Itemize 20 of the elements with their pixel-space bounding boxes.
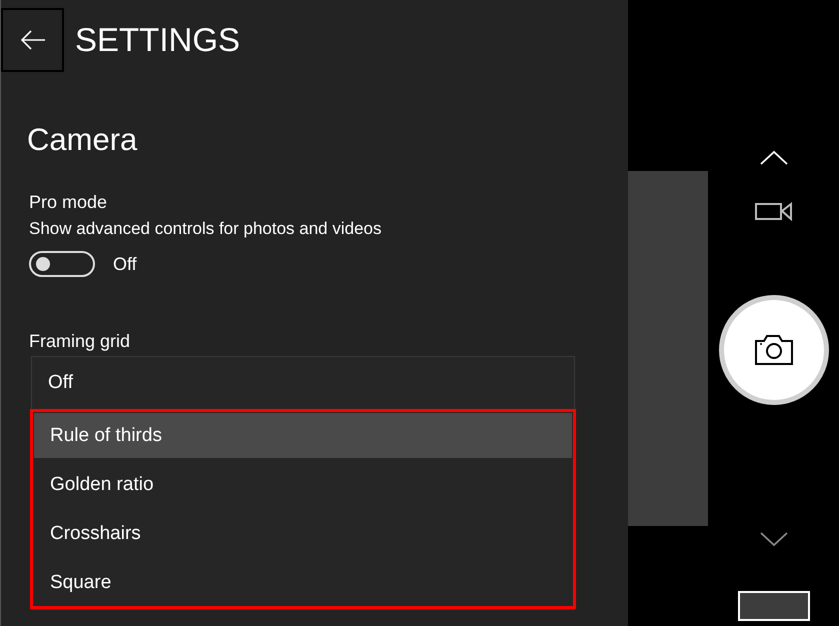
dropdown-option[interactable]: Off [32, 357, 574, 410]
section-heading: Camera [27, 124, 138, 155]
dropdown-option[interactable]: Golden ratio [34, 462, 572, 508]
chevron-up-button[interactable] [758, 148, 788, 166]
back-button[interactable] [1, 8, 64, 72]
dropdown-list[interactable]: Off Rule of thirds Golden ratio Crosshairs Square [31, 356, 575, 610]
setting-label: Framing grid [29, 330, 132, 352]
video-camera-button[interactable] [754, 200, 792, 222]
page-title: SETTINGS [75, 20, 240, 60]
back-arrow-icon [20, 30, 46, 50]
setting-label: Pro mode [29, 191, 108, 214]
toggle-state: Off [113, 252, 137, 276]
chevron-down-button[interactable] [758, 530, 788, 548]
thumbnail[interactable] [738, 591, 810, 621]
setting-description: Show advanced controls for photos and videos [29, 218, 383, 239]
toggle-switch[interactable] [29, 251, 95, 278]
dropdown-option[interactable]: Crosshairs [34, 511, 572, 556]
dropdown-option[interactable]: Rule of thirds [34, 413, 572, 458]
camera-icon [754, 335, 792, 365]
dropdown-option[interactable]: Square [34, 560, 572, 606]
